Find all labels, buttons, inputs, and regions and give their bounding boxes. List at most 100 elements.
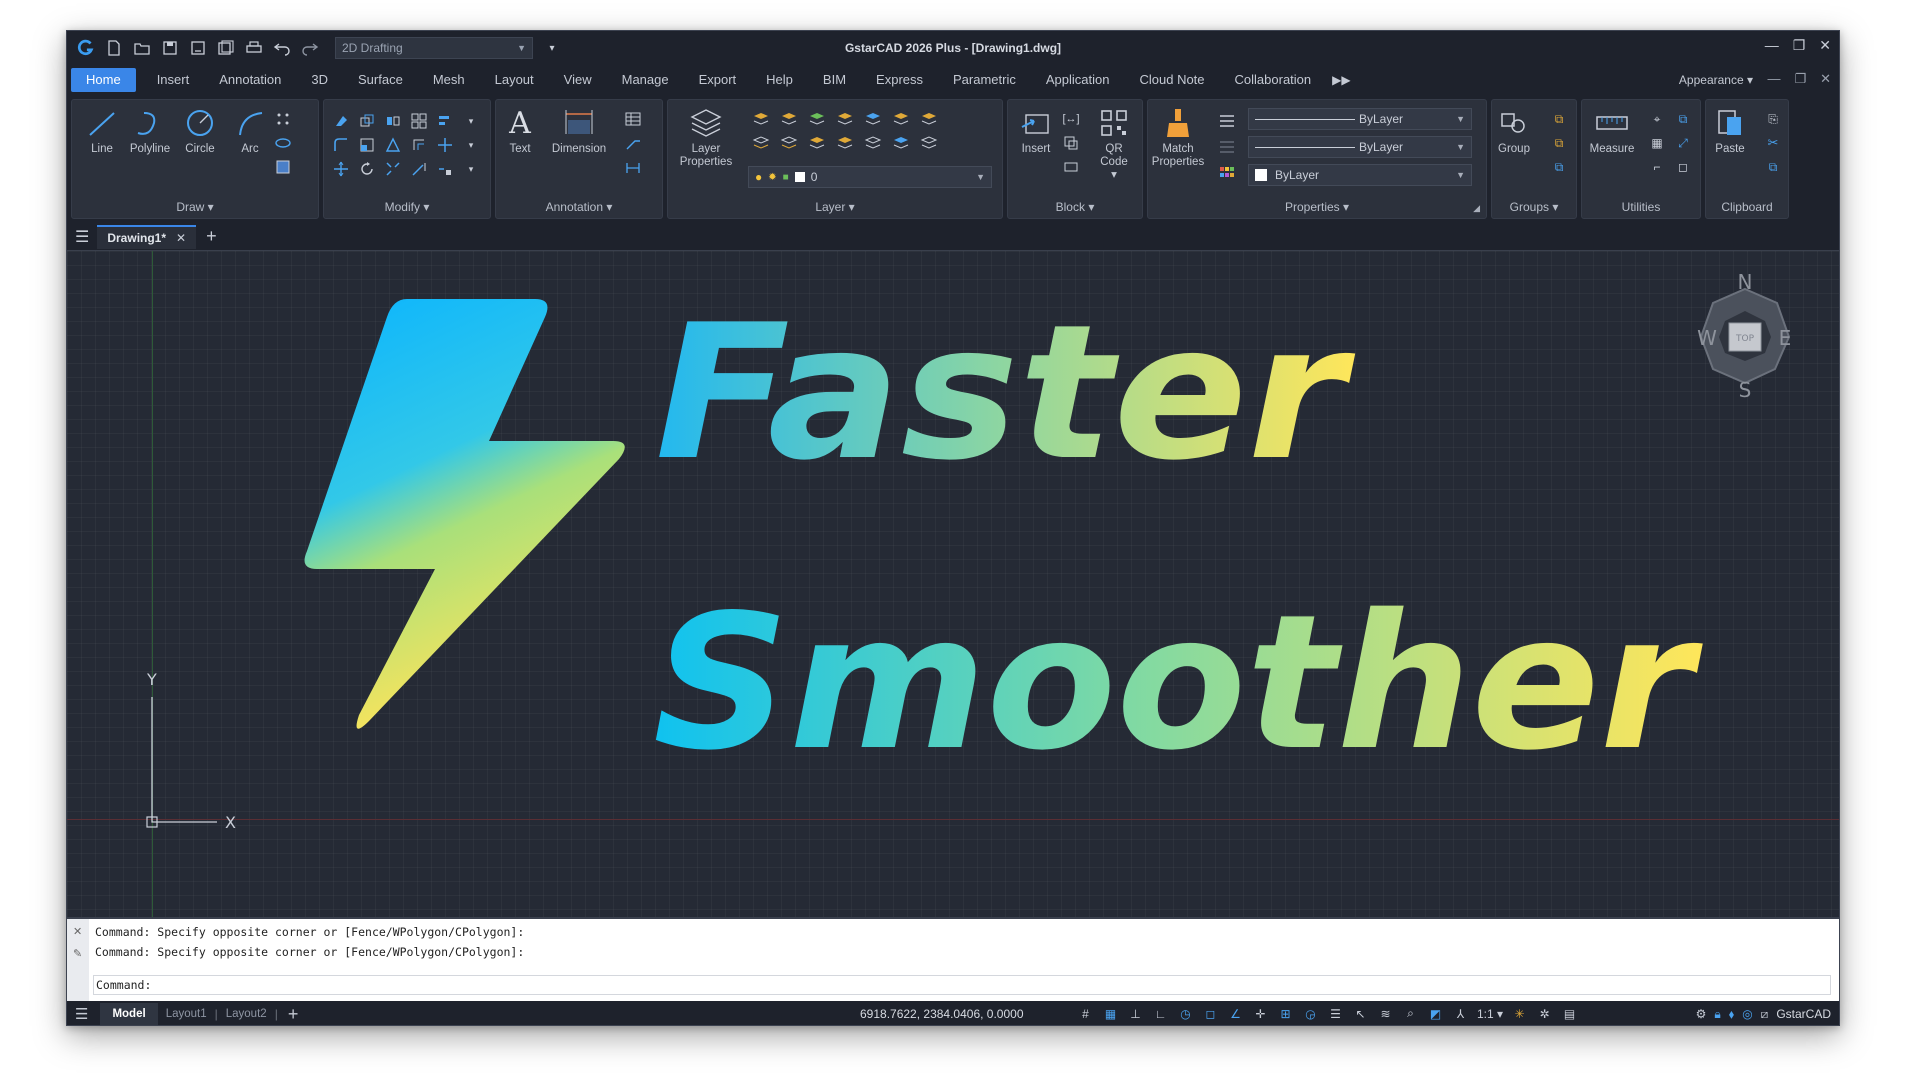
arc-button[interactable]: Arc (220, 106, 280, 156)
match-properties-button[interactable]: Match Properties (1148, 106, 1208, 169)
properties-panel-title[interactable]: Properties ▾ (1148, 198, 1486, 216)
dropdown-arrow-icon[interactable]: ▾ (462, 136, 480, 154)
tab-cloud-note[interactable]: Cloud Note (1124, 68, 1219, 92)
tab-manage[interactable]: Manage (607, 68, 684, 92)
create-block-icon[interactable] (1062, 134, 1080, 152)
tab-export[interactable]: Export (684, 68, 752, 92)
tab-drawing1[interactable]: Drawing1* ✕ (97, 224, 197, 249)
group-select-icon[interactable]: ⧉ (1550, 158, 1568, 176)
new-tab-icon[interactable]: + (206, 226, 217, 247)
group-edit-icon[interactable]: ⧉ (1550, 134, 1568, 152)
appearance-menu[interactable]: Appearance ▾ (1679, 65, 1753, 95)
dynamic-input-icon[interactable]: ⊞ (1277, 1005, 1294, 1022)
compass-south[interactable]: S (1739, 378, 1752, 402)
doc-close-icon[interactable]: ✕ (1820, 71, 1831, 87)
tab-surface[interactable]: Surface (343, 68, 418, 92)
quick-properties-icon[interactable]: ≋ (1377, 1005, 1394, 1022)
array-icon[interactable] (410, 112, 428, 130)
tab-layout1[interactable]: Layout1 (158, 1008, 215, 1020)
osnap-icon[interactable]: ◻ (1202, 1005, 1219, 1022)
lock-ui-icon[interactable]: 🔒︎ (1714, 1001, 1720, 1025)
calculator-icon[interactable]: ▦ (1648, 134, 1666, 152)
block-edit-icon[interactable]: [↔] (1062, 110, 1080, 128)
drawing-canvas[interactable]: Faster Smoother Y X TOP N S E W (67, 251, 1839, 917)
layer-tool-icon[interactable] (808, 110, 826, 128)
clean-screen-icon[interactable]: ▤ (1561, 1005, 1578, 1022)
move-icon[interactable] (332, 160, 350, 178)
align-icon[interactable] (436, 112, 454, 130)
copy-base-icon[interactable]: ⧉ (1764, 158, 1782, 176)
dynamic-ucs-icon[interactable]: ✛ (1252, 1005, 1269, 1022)
clipboard-panel-title[interactable]: Clipboard (1706, 198, 1788, 216)
save-icon[interactable] (161, 39, 179, 57)
ungroup-icon[interactable]: ⧉ (1550, 110, 1568, 128)
selection-cycling-icon[interactable]: ◶ (1302, 1005, 1319, 1022)
explode-icon[interactable] (384, 160, 402, 178)
annotation-scale[interactable]: 1:1 ▾ (1477, 1005, 1503, 1022)
layer-tool-icon[interactable] (780, 134, 798, 152)
dropdown-arrow-icon[interactable]: ▾ (462, 160, 480, 178)
color-select[interactable]: ByLayer ▼ (1248, 164, 1472, 186)
layer-tool-icon[interactable] (752, 134, 770, 152)
tab-layout[interactable]: Layout (480, 68, 549, 92)
stretch-icon[interactable] (384, 136, 402, 154)
tab-express[interactable]: Express (861, 68, 938, 92)
point-icon[interactable] (274, 110, 292, 128)
layout-menu-icon[interactable]: ☰ (75, 1005, 88, 1023)
copy-icon[interactable] (358, 112, 376, 130)
redo-icon[interactable] (301, 39, 319, 57)
restore-icon[interactable]: ❐ (1793, 37, 1806, 54)
annotation-panel-title[interactable]: Annotation ▾ (496, 198, 662, 216)
layer-tool-icon[interactable] (920, 110, 938, 128)
erase-icon[interactable] (332, 112, 350, 130)
utilities-panel-title[interactable]: Utilities (1582, 198, 1700, 216)
infer-icon[interactable]: ⊥ (1127, 1005, 1144, 1022)
transparency-icon[interactable]: ↖ (1352, 1005, 1369, 1022)
paste-button[interactable]: Paste (1700, 106, 1760, 156)
fillet-icon[interactable] (332, 136, 350, 154)
command-input[interactable]: Command: (93, 975, 1831, 995)
cut-icon[interactable]: ✂ (1764, 134, 1782, 152)
draw-panel-title[interactable]: Draw ▾ (72, 198, 318, 216)
region-icon[interactable]: ◻ (1674, 158, 1692, 176)
layer-tool-icon[interactable] (780, 110, 798, 128)
viewcube[interactable]: TOP N S E W (1697, 270, 1791, 402)
dropdown-arrow-icon[interactable]: ▾ (462, 112, 480, 130)
id-point-icon[interactable]: ⌖ (1648, 110, 1666, 128)
layer-select[interactable]: ● ✹ ■ 0 ▼ (748, 166, 992, 188)
tab-bim[interactable]: BIM (808, 68, 861, 92)
settings-gear-icon[interactable]: ⚙ (1696, 1001, 1707, 1025)
layer-tool-icon[interactable] (836, 110, 854, 128)
dialog-launcher-icon[interactable]: ◢ (1473, 203, 1480, 214)
new-file-icon[interactable] (105, 39, 123, 57)
tab-home[interactable]: Home (71, 68, 136, 92)
annotation-visibility-icon[interactable]: ⅄ (1452, 1005, 1469, 1022)
hamburger-menu-icon[interactable]: ☰ (75, 227, 89, 247)
leader-icon[interactable] (624, 134, 642, 152)
select-similar-icon[interactable]: ⤢ (1674, 134, 1692, 152)
tab-parametric[interactable]: Parametric (938, 68, 1031, 92)
otrack-icon[interactable]: ∠ (1227, 1005, 1244, 1022)
tab-annotation[interactable]: Annotation (204, 68, 296, 92)
isolate-icon[interactable]: ⧄ (1761, 1001, 1769, 1025)
layer-tool-icon[interactable] (892, 110, 910, 128)
print-icon[interactable] (245, 39, 263, 57)
quick-select-icon[interactable]: ⧉ (1674, 110, 1692, 128)
groups-panel-title[interactable]: Groups ▾ (1492, 198, 1576, 216)
lineweight-select[interactable]: ByLayer ▼ (1248, 136, 1472, 158)
text-button[interactable]: A Text (490, 106, 550, 156)
tab-mesh[interactable]: Mesh (418, 68, 480, 92)
layer-tool-icon[interactable] (752, 110, 770, 128)
close-tab-icon[interactable]: ✕ (176, 231, 186, 245)
tab-help[interactable]: Help (751, 68, 808, 92)
extend-icon[interactable] (410, 160, 428, 178)
pan-icon[interactable]: ◩ (1427, 1005, 1444, 1022)
tab-insert[interactable]: Insert (142, 68, 205, 92)
insert-button[interactable]: Insert (1006, 106, 1066, 156)
app-menu-icon[interactable] (77, 39, 95, 57)
group-button[interactable]: Group (1484, 106, 1544, 156)
open-folder-icon[interactable] (133, 39, 151, 57)
minimize-icon[interactable]: — (1765, 37, 1779, 54)
cursor-coordinates[interactable]: 6918.7622, 2384.0406, 0.0000 (860, 1001, 1024, 1025)
polar-icon[interactable]: ◷ (1177, 1005, 1194, 1022)
